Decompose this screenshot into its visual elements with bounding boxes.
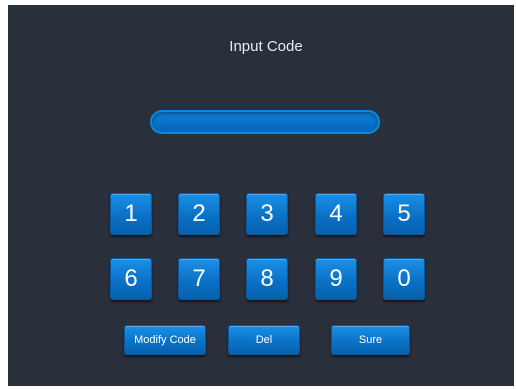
key-6-button[interactable]: 6	[110, 258, 152, 300]
page-title: Input Code	[229, 38, 303, 55]
sure-button[interactable]: Sure	[331, 325, 410, 355]
key-9-button[interactable]: 9	[315, 258, 357, 300]
key-2-button[interactable]: 2	[178, 193, 220, 235]
code-input[interactable]	[150, 110, 380, 134]
key-5-button[interactable]: 5	[383, 193, 425, 235]
delete-button[interactable]: Del	[228, 325, 300, 355]
modify-code-button[interactable]: Modify Code	[124, 325, 206, 355]
key-4-button[interactable]: 4	[315, 193, 357, 235]
key-1-button[interactable]: 1	[110, 193, 152, 235]
key-7-button[interactable]: 7	[178, 258, 220, 300]
key-0-button[interactable]: 0	[383, 258, 425, 300]
key-3-button[interactable]: 3	[246, 193, 288, 235]
key-8-button[interactable]: 8	[246, 258, 288, 300]
